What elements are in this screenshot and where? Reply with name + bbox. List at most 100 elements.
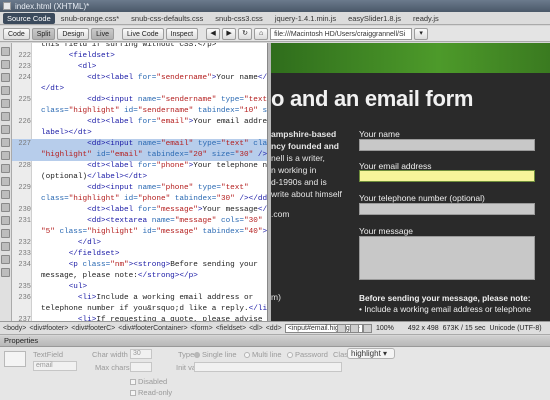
class-select[interactable]: highlight ▾ xyxy=(347,348,395,359)
code-line[interactable]: </dt> xyxy=(12,84,267,95)
outdent-code-icon[interactable] xyxy=(1,255,10,264)
code-text[interactable]: <dt><label for="phone">Your telephone nu… xyxy=(41,161,267,172)
code-line[interactable]: class="highlight" id="phone" tabindex="3… xyxy=(12,194,267,205)
code-line[interactable]: 223 <dl> xyxy=(12,62,267,73)
expand-all-icon[interactable] xyxy=(1,99,10,108)
code-line[interactable]: class="highlight" id="sendername" tabind… xyxy=(12,106,267,117)
address-menu-icon[interactable]: ▾ xyxy=(414,27,429,40)
code-line[interactable]: "5" class="highlight" id="message" tabin… xyxy=(12,227,267,238)
code-view-button[interactable]: Code xyxy=(3,27,30,40)
syntax-error-alerts-icon[interactable] xyxy=(1,164,10,173)
init-val-input[interactable] xyxy=(194,362,342,372)
address-bar[interactable]: file:///Macintosh HD/Users/craiggrannell… xyxy=(270,27,413,40)
live-view-pane[interactable]: o and an email form ampshire-based ncy f… xyxy=(271,43,550,321)
tag-selector-item[interactable]: <div#footerC> xyxy=(71,325,115,332)
code-text[interactable]: telephone number if you&rsquo;d like a r… xyxy=(41,304,267,315)
max-chars-input[interactable] xyxy=(130,362,152,372)
tag-selector-item[interactable]: <fieldset> xyxy=(216,325,246,332)
properties-panel-header[interactable]: Properties xyxy=(0,336,550,347)
related-file-tab[interactable]: snub-orange.css* xyxy=(61,14,119,23)
remove-comment-icon[interactable] xyxy=(1,190,10,199)
code-text[interactable]: </fieldset> xyxy=(41,249,120,260)
code-line[interactable]: (optional)</label></dt> xyxy=(12,172,267,183)
code-line[interactable]: "highlight" id="email" tabindex="20" siz… xyxy=(12,150,267,161)
single-line-radio[interactable]: Single line xyxy=(194,350,237,359)
source-code-tab[interactable]: Source Code xyxy=(3,12,55,24)
show-code-navigator-icon[interactable] xyxy=(1,60,10,69)
char-width-input[interactable]: 30 xyxy=(130,349,152,359)
back-arrow-icon[interactable]: ◀ xyxy=(206,27,221,40)
forward-arrow-icon[interactable]: ▶ xyxy=(222,27,237,40)
related-file-tab[interactable]: ready.js xyxy=(413,14,439,23)
live-code-button[interactable]: Live Code xyxy=(122,27,164,40)
tag-selector-item[interactable]: <div#footer> xyxy=(29,325,68,332)
tag-selector-item[interactable]: <dd> xyxy=(266,325,282,332)
zoom-level[interactable]: 100% xyxy=(376,325,394,332)
code-line[interactable]: 229 <dd><input name="phone" type="text" xyxy=(12,183,267,194)
select-tool-icon[interactable] xyxy=(337,324,346,333)
code-text[interactable]: <p class="nm"><strong>Before sending you… xyxy=(41,260,258,271)
code-line[interactable]: this field if surfing without CSS.</p> xyxy=(12,43,267,51)
code-line[interactable]: 234 <p class="nm"><strong>Before sending… xyxy=(12,260,267,271)
disabled-checkbox[interactable]: Disabled xyxy=(130,377,167,386)
code-view-pane[interactable]: this field if surfing without CSS.</p> 22… xyxy=(12,43,268,321)
message-textarea[interactable] xyxy=(359,236,535,280)
email-field[interactable] xyxy=(359,170,535,182)
open-documents-icon[interactable] xyxy=(1,47,10,56)
code-text[interactable]: <dd><input name="phone" type="text" xyxy=(41,183,249,194)
code-text[interactable]: <dt><label for="sendername">Your name</l… xyxy=(41,73,267,84)
recent-snippets-icon[interactable] xyxy=(1,216,10,225)
balance-braces-icon[interactable] xyxy=(1,125,10,134)
code-line[interactable]: 224 <dt><label for="sendername">Your nam… xyxy=(12,73,267,84)
name-field[interactable] xyxy=(359,139,535,151)
code-line[interactable]: label></dt> xyxy=(12,128,267,139)
code-text[interactable]: <fieldset> xyxy=(41,51,115,62)
code-text[interactable]: (optional)</label></dt> xyxy=(41,172,147,183)
split-view-button[interactable]: Split xyxy=(31,27,56,40)
line-numbers-icon[interactable] xyxy=(1,138,10,147)
indent-code-icon[interactable] xyxy=(1,242,10,251)
code-line[interactable]: 235 <ul> xyxy=(12,282,267,293)
apply-comment-icon[interactable] xyxy=(1,177,10,186)
code-text[interactable]: label></dt> xyxy=(41,128,92,139)
zoom-tool-icon[interactable] xyxy=(363,324,372,333)
tag-selector-item[interactable]: <dl> xyxy=(249,325,263,332)
phone-field[interactable] xyxy=(359,203,535,215)
code-text[interactable]: <dt><label for="email">Your email addres… xyxy=(41,117,267,128)
read-only-checkbox[interactable]: Read-only xyxy=(130,388,172,397)
code-text[interactable]: <ul> xyxy=(41,282,87,293)
home-icon[interactable]: ⌂ xyxy=(254,27,269,40)
code-line[interactable]: 225 <dd><input name="sendername" type="t… xyxy=(12,95,267,106)
code-text[interactable]: <dl> xyxy=(41,62,96,73)
inspect-button[interactable]: Inspect xyxy=(165,27,199,40)
multi-line-radio[interactable]: Multi line xyxy=(244,350,282,359)
code-text[interactable]: </dl> xyxy=(41,238,101,249)
related-file-tab[interactable]: easySlider1.8.js xyxy=(348,14,401,23)
code-text[interactable]: "5" class="highlight" id="message" tabin… xyxy=(41,227,267,238)
code-text[interactable]: <li>Include a working email address or xyxy=(41,293,253,304)
highlight-invalid-code-icon[interactable] xyxy=(1,151,10,160)
code-line[interactable]: 227 <dd><input name="email" type="text" … xyxy=(12,139,267,150)
related-file-tab[interactable]: snub-css-defaults.css xyxy=(131,14,203,23)
code-line[interactable]: 228 <dt><label for="phone">Your telephon… xyxy=(12,161,267,172)
code-text[interactable]: class="highlight" id="sendername" tabind… xyxy=(41,106,267,117)
code-line[interactable]: 230 <dt><label for="message">Your messag… xyxy=(12,205,267,216)
code-text[interactable]: message, please note:</strong></p> xyxy=(41,271,198,282)
related-file-tab[interactable]: snub-css3.css xyxy=(215,14,263,23)
code-text[interactable]: <dd><input name="email" type="text" clas… xyxy=(41,139,267,150)
code-text[interactable]: <dd><textarea name="message" cols="30" r… xyxy=(41,216,267,227)
code-line[interactable]: 236 <li>Include a working email address … xyxy=(12,293,267,304)
tag-selector-item[interactable]: <div#footerContainer> xyxy=(118,325,187,332)
code-line[interactable]: 233 </fieldset> xyxy=(12,249,267,260)
code-line[interactable]: telephone number if you&rsquo;d like a r… xyxy=(12,304,267,315)
code-text[interactable]: this field if surfing without CSS.</p> xyxy=(41,43,216,51)
code-lines[interactable]: this field if surfing without CSS.</p> 22… xyxy=(12,43,267,321)
tag-selector-item[interactable]: <form> xyxy=(191,325,213,332)
collapse-tag-icon[interactable] xyxy=(1,73,10,82)
code-line[interactable]: 222 <fieldset> xyxy=(12,51,267,62)
code-line[interactable]: 231 <dd><textarea name="message" cols="3… xyxy=(12,216,267,227)
code-text[interactable]: <dt><label for="message">Your message</l… xyxy=(41,205,267,216)
design-view-button[interactable]: Design xyxy=(57,27,90,40)
code-text[interactable]: </dt> xyxy=(41,84,64,95)
code-text[interactable]: "highlight" id="email" tabindex="20" siz… xyxy=(41,150,267,161)
